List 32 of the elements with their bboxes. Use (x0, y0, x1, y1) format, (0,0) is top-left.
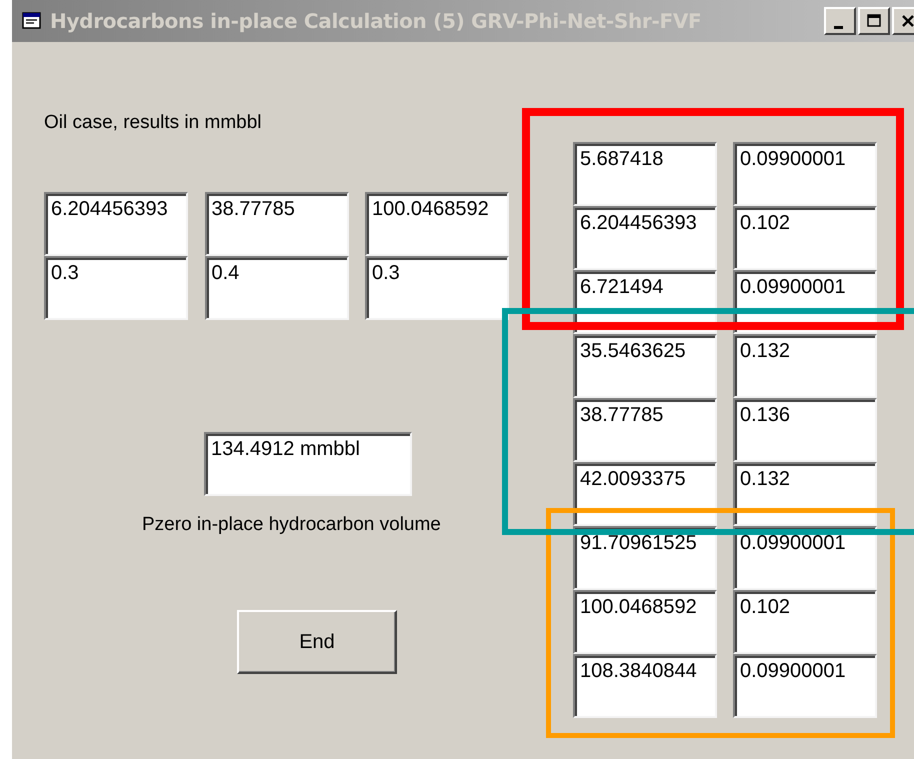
input-field[interactable]: 42.0093375 (573, 462, 717, 526)
maximize-icon (866, 13, 882, 29)
maximize-button[interactable] (858, 7, 890, 35)
input-field[interactable]: 100.0468592 (573, 590, 717, 654)
minimize-icon (834, 26, 842, 28)
input-field[interactable]: 38.77785 (204, 192, 348, 256)
input-field[interactable]: 91.70961525 (573, 526, 717, 590)
end-button[interactable]: End (237, 610, 397, 674)
input-field[interactable]: 0.09900001 (733, 142, 877, 206)
input-field[interactable]: 0.102 (733, 206, 877, 270)
input-field[interactable]: 100.0468592 (365, 192, 509, 256)
result-field[interactable]: 134.4912 mmbbl (204, 432, 412, 496)
input-field[interactable]: 35.5463625 (573, 334, 717, 398)
input-field[interactable]: 0.102 (733, 590, 877, 654)
window-icon (22, 12, 42, 30)
input-field[interactable]: 38.77785 (573, 398, 717, 462)
case-label: Oil case, results in mmbbl (44, 112, 263, 134)
input-field[interactable]: 6.204456393 (44, 192, 188, 256)
input-field[interactable]: 108.3840844 (573, 654, 717, 718)
input-field[interactable]: 0.3 (44, 256, 188, 320)
input-field[interactable]: 0.09900001 (733, 526, 877, 590)
input-field[interactable]: 5.687418 (573, 142, 717, 206)
input-field[interactable]: 6.204456393 (573, 206, 717, 270)
close-icon (900, 13, 914, 29)
input-field[interactable]: 0.132 (733, 462, 877, 526)
input-field[interactable]: 0.136 (733, 398, 877, 462)
minimize-button[interactable] (824, 7, 856, 35)
input-field[interactable]: 0.132 (733, 334, 877, 398)
result-label: Pzero in-place hydrocarbon volume (142, 514, 441, 536)
input-field[interactable]: 0.4 (204, 256, 348, 320)
input-field[interactable]: 0.09900001 (733, 654, 877, 718)
input-field[interactable]: 0.3 (365, 256, 509, 320)
